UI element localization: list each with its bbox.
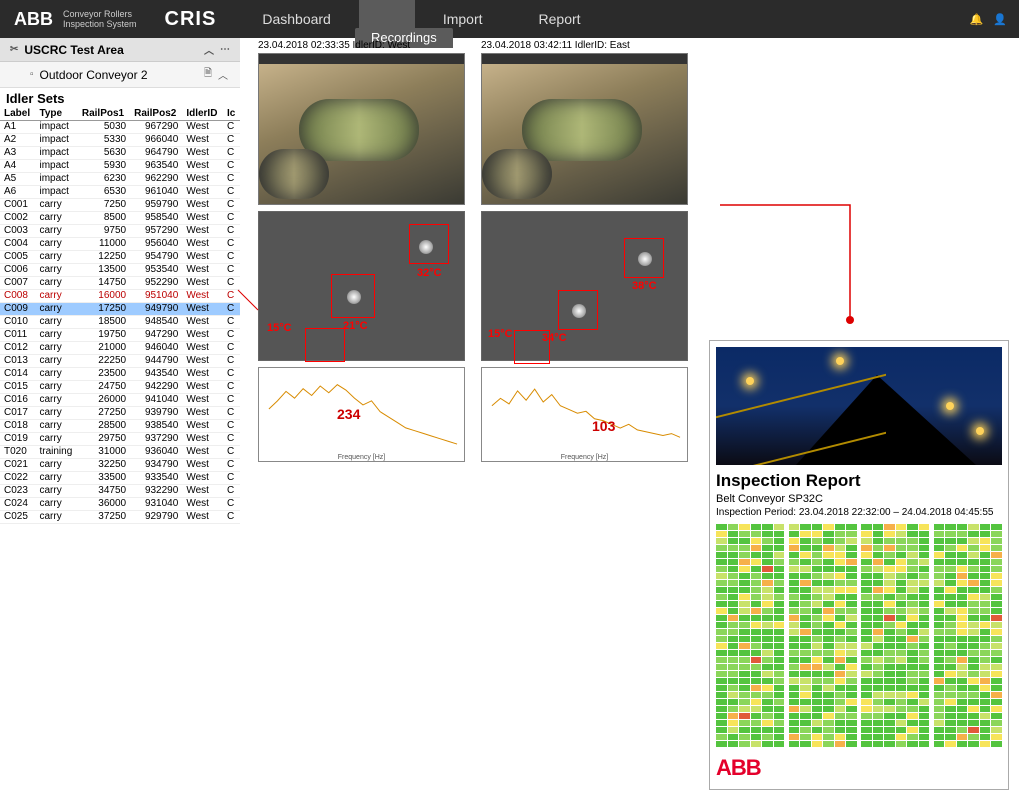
table-row[interactable]: C006carry13500953540WestC xyxy=(0,264,240,277)
callout-line-to-report xyxy=(720,205,860,325)
temp-label: 32°C xyxy=(417,267,442,279)
table-row[interactable]: A5impact6230962290WestC xyxy=(0,173,240,186)
tab-dashboard[interactable]: Dashboard xyxy=(234,0,359,38)
table-row[interactable]: C007carry14750952290WestC xyxy=(0,277,240,290)
table-row[interactable]: C012carry21000946040WestC xyxy=(0,342,240,355)
chart-annotation: 234 xyxy=(337,406,360,422)
recording-west: 23.04.2018 02:33:35 IdlerID: West 32°C 2… xyxy=(258,40,465,462)
product-name: CRIS xyxy=(147,8,235,31)
table-row[interactable]: A4impact5930963540WestC xyxy=(0,160,240,173)
col-railpos2[interactable]: RailPos2 xyxy=(130,107,182,121)
system-name-line1: Conveyor Rollers xyxy=(63,9,137,19)
spectrum-chart-east[interactable]: 103 Frequency [Hz] xyxy=(481,367,688,462)
table-row[interactable]: C025carry37250929790WestC xyxy=(0,511,240,524)
col-label[interactable]: Label xyxy=(0,107,35,121)
table-row[interactable]: C014carry23500943540WestC xyxy=(0,368,240,381)
idler-sets-title: Idler Sets xyxy=(0,88,240,107)
col-idlerid[interactable]: IdlerID xyxy=(182,107,223,121)
header-actions: 🔔 👤 xyxy=(970,13,1019,26)
chart-xlabel: Frequency [Hz] xyxy=(482,454,687,461)
visual-image-west[interactable] xyxy=(258,53,465,205)
col-ic[interactable]: Ic xyxy=(223,107,240,121)
table-row[interactable]: C019carry29750937290WestC xyxy=(0,433,240,446)
report-title: Inspection Report xyxy=(716,471,1002,491)
system-name-line2: Inspection System xyxy=(63,19,137,29)
table-row[interactable]: C011carry19750947290WestC xyxy=(0,329,240,342)
table-row[interactable]: A3impact5630964790WestC xyxy=(0,147,240,160)
table-row[interactable]: A1impact5030967290WestC xyxy=(0,121,240,134)
recording-west-caption: 23.04.2018 02:33:35 IdlerID: West xyxy=(258,40,465,51)
visual-image-east[interactable] xyxy=(481,53,688,205)
table-row[interactable]: C004carry11000956040WestC xyxy=(0,238,240,251)
spectrum-chart-west[interactable]: 234 Frequency [Hz] xyxy=(258,367,465,462)
tab-report[interactable]: Report xyxy=(511,0,609,38)
table-row[interactable]: C023carry34750932290WestC xyxy=(0,485,240,498)
report-period: Inspection Period: 23.04.2018 22:32:00 –… xyxy=(716,507,1002,518)
report-heatmap-strips xyxy=(716,524,1002,747)
bell-icon[interactable]: 🔔 xyxy=(970,13,984,26)
table-row[interactable]: C024carry36000931040WestC xyxy=(0,498,240,511)
thermal-image-west[interactable]: 32°C 21°C 15°C xyxy=(258,211,465,361)
scissors-icon: ✂ xyxy=(10,44,18,55)
square-icon: ▫ xyxy=(30,69,34,80)
report-subtitle: Belt Conveyor SP32C xyxy=(716,493,1002,505)
left-panel: ✂ USCRC Test Area ︿ ⋯ ▫ Outdoor Conveyor… xyxy=(0,38,240,524)
idler-table-header: LabelTypeRailPos1RailPos2IdlerIDIc xyxy=(0,107,240,121)
thermal-image-east[interactable]: 38°C 34°C 15°C xyxy=(481,211,688,361)
tree-area-label: USCRC Test Area xyxy=(24,43,123,57)
temp-label: 21°C xyxy=(343,320,368,332)
table-row[interactable]: C015carry24750942290WestC xyxy=(0,381,240,394)
table-row[interactable]: C009carry17250949790WestC xyxy=(0,303,240,316)
col-railpos1[interactable]: RailPos1 xyxy=(78,107,130,121)
table-row[interactable]: C005carry12250954790WestC xyxy=(0,251,240,264)
idler-table[interactable]: LabelTypeRailPos1RailPos2IdlerIDIc A1imp… xyxy=(0,107,240,524)
table-row[interactable]: C010carry18500948540WestC xyxy=(0,316,240,329)
table-row[interactable]: T020training31000936040WestC xyxy=(0,446,240,459)
chevron-up-icon[interactable]: ︿ xyxy=(218,67,228,82)
report-footer-logo: ABB xyxy=(716,755,1002,781)
temp-label: 38°C xyxy=(632,280,657,292)
system-name: Conveyor Rollers Inspection System xyxy=(63,9,147,29)
table-row[interactable]: C021carry32250934790WestC xyxy=(0,459,240,472)
page-icon[interactable]: 🗎 xyxy=(204,66,212,83)
table-row[interactable]: C022carry33500933540WestC xyxy=(0,472,240,485)
tree-conveyor-row[interactable]: ▫ Outdoor Conveyor 2 🗎 ︿ xyxy=(0,62,240,88)
app-header: ABB Conveyor Rollers Inspection System C… xyxy=(0,0,1019,38)
report-hero-image xyxy=(716,347,1002,465)
table-row[interactable]: A2impact5330966040WestC xyxy=(0,134,240,147)
table-row[interactable]: C008carry16000951040WestC xyxy=(0,290,240,303)
chevron-up-icon[interactable]: ︿ xyxy=(204,42,214,57)
table-row[interactable]: C017carry27250939790WestC xyxy=(0,407,240,420)
tree-conveyor-label: Outdoor Conveyor 2 xyxy=(40,68,148,82)
tree-area-row[interactable]: ✂ USCRC Test Area ︿ ⋯ xyxy=(0,38,240,62)
col-type[interactable]: Type xyxy=(35,107,77,121)
ellipsis-icon[interactable]: ⋯ xyxy=(220,44,230,55)
inspection-report-panel: Inspection Report Belt Conveyor SP32C In… xyxy=(709,340,1009,790)
chart-annotation: 103 xyxy=(592,418,615,434)
chart-xlabel: Frequency [Hz] xyxy=(259,454,464,461)
table-row[interactable]: C003carry9750957290WestC xyxy=(0,225,240,238)
recordings-panel: 23.04.2018 02:33:35 IdlerID: West 32°C 2… xyxy=(258,40,698,462)
table-row[interactable]: C002carry8500958540WestC xyxy=(0,212,240,225)
brand-logo: ABB xyxy=(0,9,63,30)
recording-east-caption: 23.04.2018 03:42:11 IdlerID: East xyxy=(481,40,688,51)
recording-east: 23.04.2018 03:42:11 IdlerID: East 38°C 3… xyxy=(481,40,688,462)
table-row[interactable]: C016carry26000941040WestC xyxy=(0,394,240,407)
user-icon[interactable]: 👤 xyxy=(993,13,1007,26)
table-row[interactable]: C001carry7250959790WestC xyxy=(0,199,240,212)
temp-label: 15°C xyxy=(267,322,292,334)
table-row[interactable]: A6impact6530961040WestC xyxy=(0,186,240,199)
table-row[interactable]: C018carry28500938540WestC xyxy=(0,420,240,433)
temp-label: 15°C xyxy=(488,328,513,340)
table-row[interactable]: C013carry22250944790WestC xyxy=(0,355,240,368)
